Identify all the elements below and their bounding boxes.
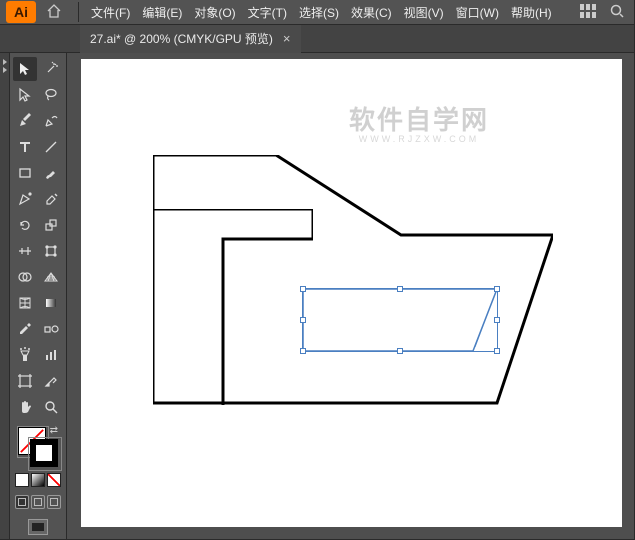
swap-fill-stroke-icon[interactable]: ⇄: [50, 425, 58, 436]
tool-panel: ⇄: [10, 53, 67, 539]
menu-effect[interactable]: 效果(C): [345, 4, 398, 21]
hand-tool[interactable]: [13, 395, 37, 419]
menu-file[interactable]: 文件(F): [85, 4, 136, 21]
rotate-tool[interactable]: [13, 213, 37, 237]
curvature-tool[interactable]: [39, 109, 63, 133]
free-transform-tool[interactable]: [39, 239, 63, 263]
main-area: ⇄ 软件自学网 WWW.RJZXW.COM: [0, 53, 634, 539]
color-solid-icon[interactable]: [15, 473, 29, 487]
symbol-sprayer-tool[interactable]: [13, 343, 37, 367]
stroke-color-icon[interactable]: [30, 439, 58, 467]
close-tab-icon[interactable]: ×: [283, 31, 291, 46]
shape-builder-tool[interactable]: [13, 265, 37, 289]
draw-behind-icon[interactable]: [31, 495, 45, 509]
fill-stroke-swatch[interactable]: ⇄: [16, 425, 60, 469]
line-segment-tool[interactable]: [39, 135, 63, 159]
mesh-tool[interactable]: [13, 291, 37, 315]
app-logo: Ai: [6, 1, 36, 23]
document-tabbar: 27.ai* @ 200% (CMYK/GPU 预览) ×: [0, 25, 634, 53]
color-gradient-icon[interactable]: [31, 473, 45, 487]
scale-tool[interactable]: [39, 213, 63, 237]
artboard[interactable]: 软件自学网 WWW.RJZXW.COM: [81, 59, 622, 527]
selected-object[interactable]: [303, 289, 497, 351]
perspective-grid-tool[interactable]: [39, 265, 63, 289]
menu-type[interactable]: 文字(T): [242, 4, 293, 21]
draw-inside-icon[interactable]: [47, 495, 61, 509]
draw-normal-icon[interactable]: [15, 495, 29, 509]
search-icon[interactable]: [610, 4, 624, 21]
slice-tool[interactable]: [39, 369, 63, 393]
vector-shape-step[interactable]: [153, 209, 313, 405]
chevron-right-icon: [3, 59, 7, 65]
chevron-right-icon: [3, 67, 7, 73]
blend-tool[interactable]: [39, 317, 63, 341]
resize-handle[interactable]: [397, 286, 403, 292]
resize-handle[interactable]: [300, 348, 306, 354]
menu-help[interactable]: 帮助(H): [505, 4, 558, 21]
column-graph-tool[interactable]: [39, 343, 63, 367]
selection-bounding-box: [302, 288, 498, 352]
width-tool[interactable]: [13, 239, 37, 263]
document-tab-title: 27.ai* @ 200% (CMYK/GPU 预览): [90, 30, 273, 47]
eyedropper-tool[interactable]: [13, 317, 37, 341]
menu-edit[interactable]: 编辑(E): [136, 4, 188, 21]
color-mode-row: [15, 473, 61, 487]
menu-object[interactable]: 对象(O): [188, 4, 241, 21]
screen-mode-icon[interactable]: [28, 519, 48, 535]
selection-tool[interactable]: [13, 57, 37, 81]
type-tool[interactable]: [13, 135, 37, 159]
document-tab[interactable]: 27.ai* @ 200% (CMYK/GPU 预览) ×: [80, 25, 301, 53]
rectangle-tool[interactable]: [13, 161, 37, 185]
home-icon[interactable]: [46, 3, 62, 22]
menu-select[interactable]: 选择(S): [293, 4, 345, 21]
resize-handle[interactable]: [397, 348, 403, 354]
paintbrush-tool[interactable]: [39, 161, 63, 185]
lasso-tool[interactable]: [39, 83, 63, 107]
magic-wand-tool[interactable]: [39, 57, 63, 81]
shaper-tool[interactable]: [13, 187, 37, 211]
resize-handle[interactable]: [300, 286, 306, 292]
resize-handle[interactable]: [494, 286, 500, 292]
draw-modes: [15, 495, 61, 509]
separator: [78, 2, 79, 22]
direct-selection-tool[interactable]: [13, 83, 37, 107]
color-none-icon[interactable]: [47, 473, 61, 487]
canvas-viewport[interactable]: 软件自学网 WWW.RJZXW.COM: [67, 53, 634, 539]
eraser-tool[interactable]: [39, 187, 63, 211]
resize-handle[interactable]: [494, 317, 500, 323]
watermark-text: 软件自学网 WWW.RJZXW.COM: [349, 107, 489, 144]
resize-handle[interactable]: [494, 348, 500, 354]
zoom-tool[interactable]: [39, 395, 63, 419]
gradient-tool[interactable]: [39, 291, 63, 315]
artboard-tool[interactable]: [13, 369, 37, 393]
menu-window[interactable]: 窗口(W): [450, 4, 505, 21]
menu-view[interactable]: 视图(V): [398, 4, 450, 21]
workspace-switcher-icon[interactable]: [580, 4, 596, 21]
resize-handle[interactable]: [300, 317, 306, 323]
menubar: Ai 文件(F) 编辑(E) 对象(O) 文字(T) 选择(S) 效果(C) 视…: [0, 0, 634, 25]
panel-collapse-strip[interactable]: [0, 53, 10, 539]
pen-tool[interactable]: [13, 109, 37, 133]
